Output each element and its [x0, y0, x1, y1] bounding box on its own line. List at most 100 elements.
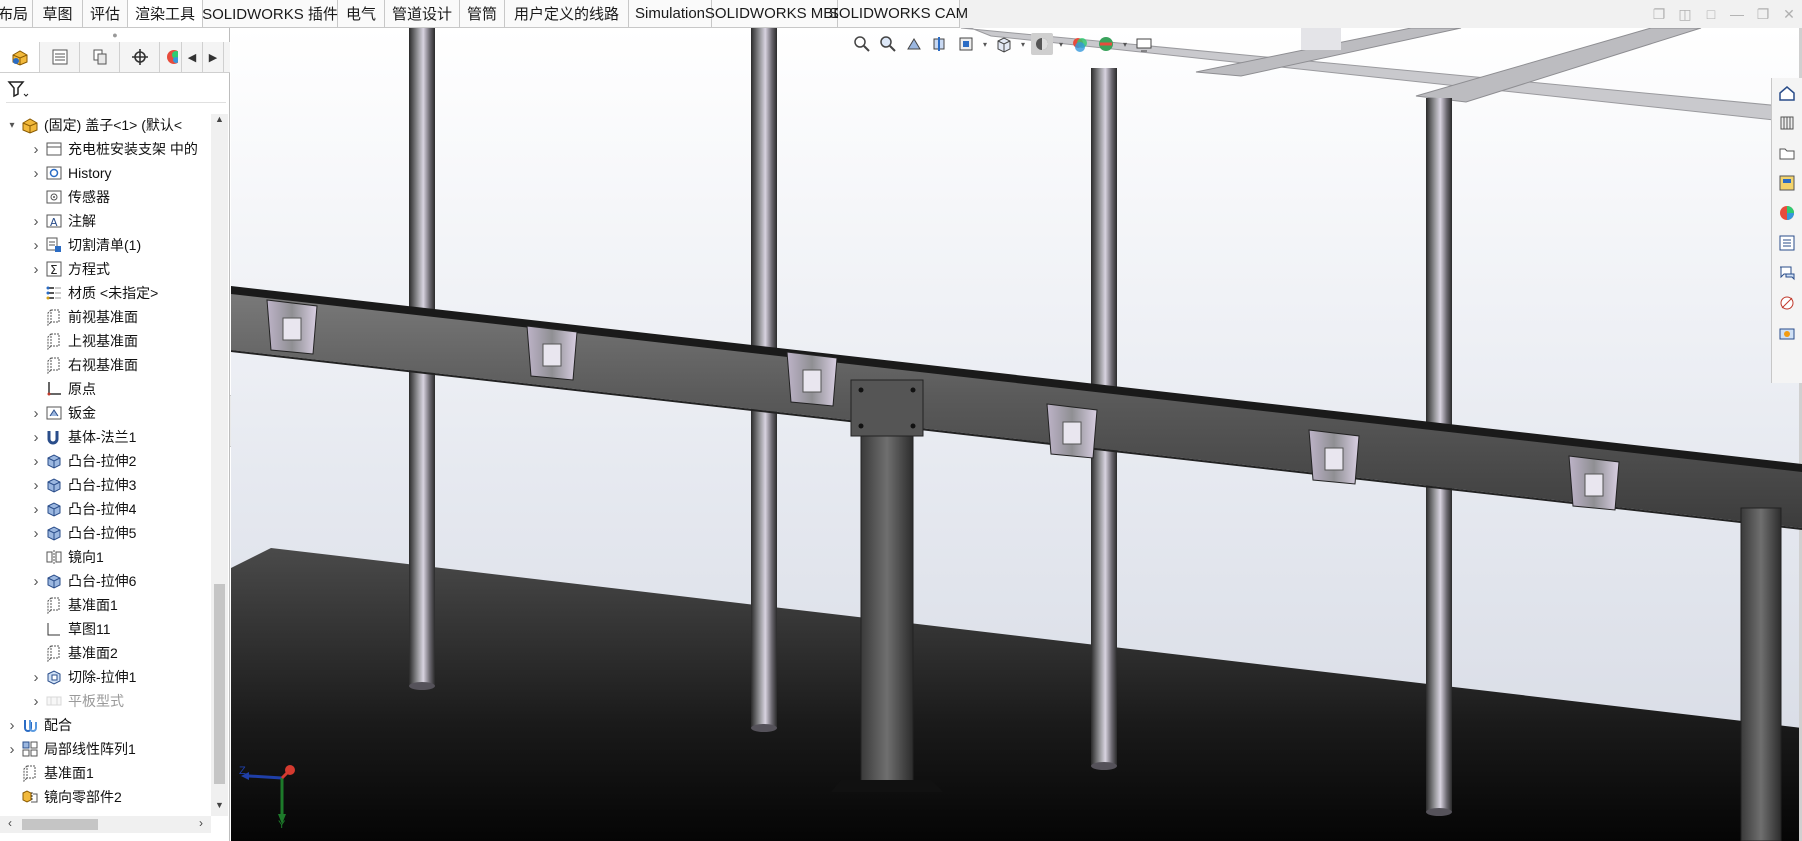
- tree-item-20[interactable]: 草图11: [30, 618, 111, 640]
- tree-root-part[interactable]: ▾ (固定) 盖子<1> (默认<: [6, 114, 182, 136]
- panel-grip[interactable]: ●: [0, 28, 230, 42]
- assembly-item-0[interactable]: › 配合: [6, 714, 73, 736]
- tree-item-3[interactable]: › A 注解: [30, 210, 97, 232]
- solidworks-resources-icon[interactable]: [1772, 288, 1802, 318]
- view-settings-icon[interactable]: [1133, 33, 1155, 55]
- tree-item-0[interactable]: › 充电桩安装支架 中的: [30, 138, 198, 160]
- forum-icon[interactable]: [1772, 258, 1802, 288]
- custom-properties-icon[interactable]: [1772, 228, 1802, 258]
- file-explorer-icon[interactable]: [1772, 138, 1802, 168]
- tree-item-8[interactable]: 上视基准面: [30, 330, 138, 352]
- tab-9[interactable]: Simulation: [629, 0, 712, 28]
- tab-3[interactable]: 渲染工具: [128, 0, 203, 28]
- tree-item-1[interactable]: › History: [30, 162, 112, 184]
- tree-horizontal-scrollbar[interactable]: ‹ ›: [0, 816, 211, 833]
- expand-caret-icon[interactable]: ›: [30, 669, 42, 686]
- tree-item-15[interactable]: › 凸台-拉伸4: [30, 498, 137, 520]
- tree-item-9[interactable]: 右视基准面: [30, 354, 138, 376]
- close-icon[interactable]: ✕: [1776, 6, 1802, 23]
- design-library-icon[interactable]: [1772, 108, 1802, 138]
- tree-item-6[interactable]: 材质 <未指定>: [30, 282, 158, 304]
- tabs-scroll-left-icon[interactable]: ◀: [182, 42, 203, 72]
- expand-caret-icon[interactable]: ›: [30, 477, 42, 494]
- tile-doc-icon[interactable]: ◫: [1672, 6, 1698, 23]
- tree-item-19[interactable]: 基准面1: [30, 594, 118, 616]
- tree-item-5[interactable]: › Σ 方程式: [30, 258, 111, 280]
- restore-icon[interactable]: ❐: [1750, 6, 1776, 23]
- expand-caret-icon[interactable]: ›: [6, 741, 18, 758]
- expand-caret-icon[interactable]: ›: [6, 717, 18, 734]
- expand-caret-icon[interactable]: ›: [30, 141, 42, 158]
- restore-doc-icon[interactable]: ❐: [1646, 6, 1672, 23]
- zoom-to-fit-icon[interactable]: [851, 33, 873, 55]
- toolbox-icon[interactable]: [1772, 318, 1802, 348]
- tree-item-17[interactable]: 镜向1: [30, 546, 104, 568]
- graphics-area[interactable]: ▾ ▾ ▾ ▾ Z Y: [231, 28, 1802, 841]
- tree-filter[interactable]: [6, 78, 226, 103]
- tree-item-10[interactable]: 原点: [30, 378, 96, 400]
- previous-view-icon[interactable]: [903, 33, 925, 55]
- zoom-to-area-icon[interactable]: [877, 33, 899, 55]
- scene-dropdown-icon[interactable]: ▾: [1121, 40, 1129, 49]
- tab-1[interactable]: 草图: [33, 0, 83, 28]
- tree-item-22[interactable]: › 切除-拉伸1: [30, 666, 137, 688]
- minimize-icon[interactable]: —: [1724, 6, 1750, 22]
- expand-caret-icon[interactable]: ›: [30, 261, 42, 278]
- view-orientation-dropdown-icon[interactable]: ▾: [981, 40, 989, 49]
- assembly-item-1[interactable]: › 局部线性阵列1: [6, 738, 136, 760]
- expand-caret-icon[interactable]: ›: [30, 501, 42, 518]
- appearances-icon[interactable]: [1772, 198, 1802, 228]
- scroll-right-icon[interactable]: ›: [193, 816, 209, 833]
- collapse-caret-icon[interactable]: ▾: [6, 120, 18, 131]
- configuration-manager-tab[interactable]: [80, 42, 120, 72]
- filter-icon[interactable]: [6, 78, 30, 100]
- hide-show-dropdown-icon[interactable]: ▾: [1057, 40, 1065, 49]
- tab-2[interactable]: 评估: [83, 0, 128, 28]
- tree-vertical-scrollbar[interactable]: ▲ ▼: [211, 114, 228, 816]
- tab-4[interactable]: SOLIDWORKS 插件: [202, 0, 338, 28]
- scroll-left-icon[interactable]: ‹: [2, 816, 18, 833]
- tab-11[interactable]: SOLIDWORKS CAM: [829, 0, 968, 28]
- tab-6[interactable]: 管道设计: [385, 0, 460, 28]
- view-palette-icon[interactable]: [1772, 168, 1802, 198]
- display-style-icon[interactable]: [1031, 33, 1053, 55]
- view-orientation-icon[interactable]: [993, 33, 1015, 55]
- edit-appearance-icon[interactable]: [1069, 33, 1091, 55]
- expand-caret-icon[interactable]: ›: [30, 405, 42, 422]
- tab-10[interactable]: SOLIDWORKS MBD: [705, 0, 844, 28]
- assembly-item-2[interactable]: 基准面1: [6, 762, 94, 784]
- dimxpert-manager-tab[interactable]: [120, 42, 160, 72]
- expand-caret-icon[interactable]: ›: [30, 237, 42, 254]
- expand-caret-icon[interactable]: ›: [30, 165, 42, 182]
- tree-item-18[interactable]: › 凸台-拉伸6: [30, 570, 137, 592]
- home-icon[interactable]: [1772, 78, 1802, 108]
- section-view-icon[interactable]: [929, 33, 951, 55]
- tree-item-13[interactable]: › 凸台-拉伸2: [30, 450, 137, 472]
- tree-item-2[interactable]: 传感器: [30, 186, 110, 208]
- expand-caret-icon[interactable]: ›: [30, 693, 42, 710]
- tree-item-11[interactable]: › 钣金: [30, 402, 97, 424]
- tree-item-12[interactable]: › 基体-法兰1: [30, 426, 137, 448]
- tabs-scroll-right-icon[interactable]: ▶: [203, 42, 224, 72]
- tree-item-4[interactable]: › 切割清单(1): [30, 234, 142, 256]
- tab-7[interactable]: 管筒: [460, 0, 505, 28]
- scroll-up-icon[interactable]: ▲: [211, 114, 228, 130]
- expand-caret-icon[interactable]: ›: [30, 453, 42, 470]
- scroll-thumb[interactable]: [214, 584, 225, 784]
- tab-5[interactable]: 电气: [338, 0, 385, 28]
- display-style-dropdown-icon[interactable]: ▾: [1019, 40, 1027, 49]
- tab-8[interactable]: 用户定义的线路: [505, 0, 629, 28]
- scroll-down-icon[interactable]: ▼: [211, 800, 228, 816]
- tree-item-21[interactable]: 基准面2: [30, 642, 118, 664]
- display-manager-tab[interactable]: [160, 42, 182, 72]
- 3d-model-scene[interactable]: [231, 28, 1802, 841]
- tree-item-14[interactable]: › 凸台-拉伸3: [30, 474, 137, 496]
- apply-scene-icon[interactable]: [1095, 33, 1117, 55]
- property-manager-tab[interactable]: [40, 42, 80, 72]
- tree-item-7[interactable]: 前视基准面: [30, 306, 138, 328]
- feature-manager-tab[interactable]: [0, 42, 40, 72]
- dynamic-annotation-view-icon[interactable]: [955, 33, 977, 55]
- tree-item-16[interactable]: › 凸台-拉伸5: [30, 522, 137, 544]
- maximize-doc-icon[interactable]: □: [1698, 6, 1724, 22]
- tab-0[interactable]: 布局: [0, 0, 33, 28]
